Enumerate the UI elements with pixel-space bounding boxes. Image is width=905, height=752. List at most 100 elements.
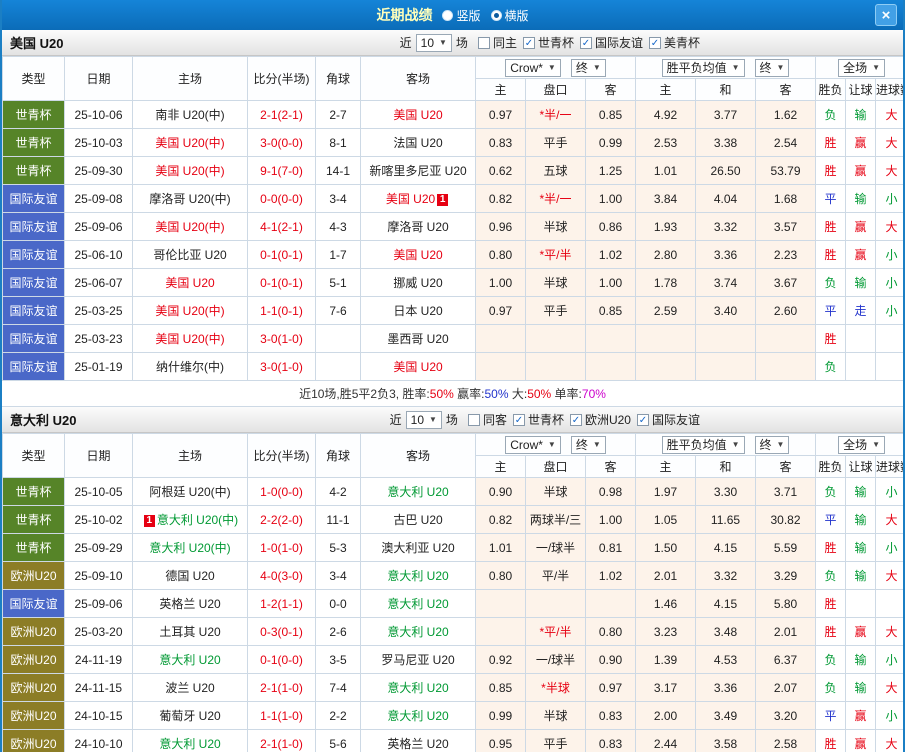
view-mode-radio-0[interactable]: 竖版 — [442, 7, 481, 24]
chevron-down-icon: ▼ — [872, 63, 880, 72]
filter-checkbox-0[interactable]: 同主 — [477, 34, 517, 51]
away-team-name: 意大利 U20 — [387, 597, 449, 611]
checkbox-label: 美青杯 — [663, 36, 700, 50]
col-header-home: 主场 — [132, 56, 248, 101]
odds-handicap-cell — [525, 324, 586, 353]
away-team-name: 意大利 U20 — [387, 485, 449, 499]
avg-home-cell: 2.59 — [635, 296, 696, 325]
goals-result-cell: 大 — [875, 729, 903, 752]
odds-home-cell: 0.82 — [475, 184, 526, 213]
avg-home-cell: 3.17 — [635, 673, 696, 702]
chevron-down-icon: ▼ — [547, 63, 556, 72]
checkbox-checked-icon: ✓ — [522, 36, 535, 49]
fulltime-select[interactable]: 全场 ▼ — [838, 58, 885, 77]
filter-checkbox-3[interactable]: ✓ 国际友谊 — [636, 411, 700, 428]
filter-checkbox-1[interactable]: ✓ 世青杯 — [522, 34, 574, 51]
avg-odds-value: 胜平负均值 — [666, 438, 727, 452]
avg-away-cell: 1.62 — [754, 100, 817, 129]
corners-cell: 4-2 — [315, 477, 361, 506]
avg-final-select[interactable]: 终 ▼ — [754, 435, 790, 454]
filter-checkbox-2[interactable]: ✓ 欧洲U20 — [569, 411, 631, 428]
away-team-cell: 美国 U20 — [360, 240, 476, 269]
avg-odds-select[interactable]: 胜平负均值 ▼ — [661, 435, 745, 454]
radio-icon — [442, 9, 454, 21]
odds-company-select[interactable]: Crow* ▼ — [505, 435, 561, 454]
match-date-cell: 25-10-02 — [64, 505, 133, 534]
match-count-select[interactable]: 10 ▼ — [405, 410, 442, 429]
home-team-cell: 美国 U20(中) — [132, 296, 248, 325]
match-date-cell: 25-09-06 — [64, 589, 133, 618]
score-cell: 2-1(1-0) — [247, 673, 316, 702]
match-date-cell: 24-11-19 — [64, 645, 133, 674]
filter-checkbox-2[interactable]: ✓ 国际友谊 — [579, 34, 643, 51]
away-team-name: 墨西哥 U20 — [387, 332, 449, 346]
sub-col-header: 胜负 — [815, 78, 847, 101]
away-team-cell: 意大利 U20 — [360, 477, 476, 506]
odds-away-cell: 0.98 — [585, 477, 636, 506]
odds-company-select[interactable]: Crow* ▼ — [505, 58, 561, 77]
sub-col-header: 客 — [754, 455, 817, 478]
checkbox-label: 国际友谊 — [651, 413, 700, 427]
chevron-down-icon: ▼ — [731, 440, 740, 449]
avg-final-select[interactable]: 终 ▼ — [754, 58, 790, 77]
handicap-result-cell: 赢 — [845, 156, 877, 185]
team-section: 美国 U20 近 10 ▼ 场 同主 ✓ 世青杯 ✓ 国际友谊 ✓ 美青杯 类型… — [2, 30, 903, 407]
avg-home-cell: 2.53 — [635, 128, 696, 157]
avg-away-cell — [754, 352, 817, 381]
goals-result-cell — [875, 589, 903, 618]
avg-final-value: 终 — [759, 438, 772, 452]
odds-handicap-cell: 平手 — [525, 296, 586, 325]
away-team-cell: 美国 U20 — [360, 352, 476, 381]
score-cell: 1-1(1-0) — [247, 701, 316, 730]
view-mode-radio-1[interactable]: 横版 — [490, 7, 529, 24]
home-team-cell: 土耳其 U20 — [132, 617, 248, 646]
view-mode-options: 竖版 横版 — [442, 7, 529, 24]
away-team-name: 美国 U20 — [385, 192, 436, 206]
home-team-name: 阿根廷 U20(中) — [149, 485, 231, 499]
checkbox-label: 欧洲U20 — [584, 413, 631, 427]
close-button[interactable]: × — [875, 4, 897, 26]
score-cell: 3-0(0-0) — [247, 128, 316, 157]
filter-checkbox-3[interactable]: ✓ 美青杯 — [648, 34, 700, 51]
away-team-cell: 英格兰 U20 — [360, 729, 476, 752]
filter-checkbox-0[interactable]: 同客 — [467, 411, 507, 428]
odds-final-value: 终 — [575, 61, 588, 75]
match-row: 国际友谊 25-09-08 摩洛哥 U20(中) 0-0(0-0) 3-4 美国 U20 1… — [2, 184, 903, 213]
away-team-cell: 法国 U20 — [360, 128, 476, 157]
filter-games-label: 场 — [445, 413, 458, 427]
avg-odds-value: 胜平负均值 — [666, 61, 727, 75]
home-team-name: 哥伦比亚 U20 — [153, 248, 227, 262]
away-team-name: 意大利 U20 — [387, 569, 449, 583]
sub-col-header: 让球 — [845, 78, 877, 101]
avg-odds-select[interactable]: 胜平负均值 ▼ — [661, 58, 745, 77]
checkbox-label: 同主 — [492, 36, 517, 50]
match-date-cell: 25-10-05 — [64, 477, 133, 506]
handicap-result-cell — [845, 324, 877, 353]
sub-col-header: 进球数 — [875, 78, 903, 101]
result-cell: 胜 — [815, 212, 847, 241]
goals-result-cell: 大 — [875, 212, 903, 241]
odds-final-select[interactable]: 终 ▼ — [570, 58, 606, 77]
corners-cell: 5-1 — [315, 268, 361, 297]
home-team-name: 土耳其 U20 — [159, 625, 221, 639]
home-team-cell: 德国 U20 — [132, 561, 248, 590]
checkbox-checked-icon: ✓ — [512, 413, 525, 426]
match-count-select[interactable]: 10 ▼ — [415, 33, 452, 52]
goals-result-cell: 小 — [875, 268, 903, 297]
filter-checkbox-1[interactable]: ✓ 世青杯 — [512, 411, 564, 428]
odds-away-cell — [585, 352, 636, 381]
result-cell: 胜 — [815, 589, 847, 618]
fulltime-select[interactable]: 全场 ▼ — [838, 435, 885, 454]
col-header-type: 类型 — [2, 56, 65, 101]
corners-cell: 7-6 — [315, 296, 361, 325]
away-team-cell: 意大利 U20 — [360, 673, 476, 702]
away-team-name: 意大利 U20 — [387, 709, 449, 723]
goals-result-cell: 大 — [875, 617, 903, 646]
checkbox-checked-icon: ✓ — [579, 36, 592, 49]
summary-part: 50% — [484, 386, 509, 401]
chevron-down-icon: ▼ — [592, 440, 601, 449]
avg-home-cell: 2.80 — [635, 240, 696, 269]
odds-final-select[interactable]: 终 ▼ — [570, 435, 606, 454]
avg-away-cell: 2.07 — [754, 673, 817, 702]
odds-handicap-cell: 平/半 — [525, 561, 586, 590]
